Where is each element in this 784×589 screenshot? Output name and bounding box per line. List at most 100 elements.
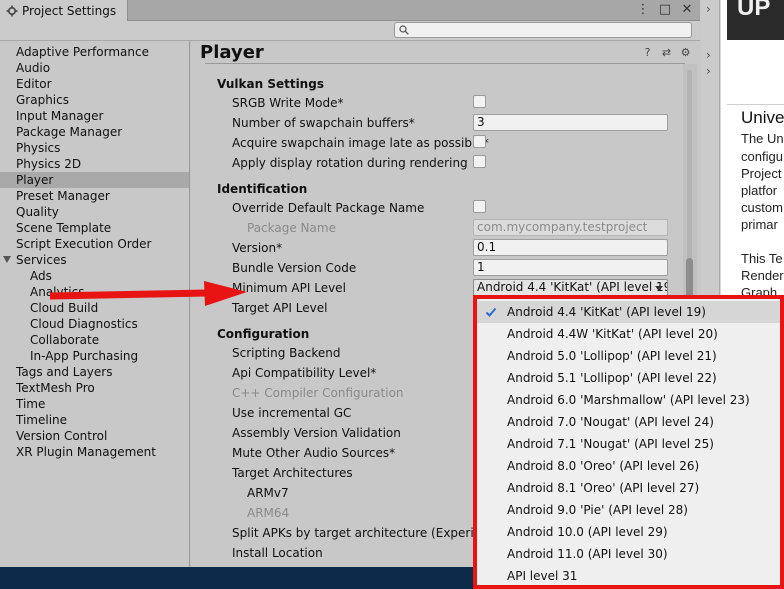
checkbox-srgb-write-mode[interactable] (473, 95, 486, 108)
search-icon (399, 25, 409, 35)
label-assembly-validation: Assembly Version Validation (232, 426, 401, 440)
section-header-configuration: Configuration (217, 327, 310, 341)
api-option[interactable]: Android 11.0 (API level 30) (477, 543, 780, 565)
api-option[interactable]: Android 10.0 (API level 29) (477, 521, 780, 543)
doc-line: custom (741, 200, 783, 215)
swapchain-buffers-field[interactable]: 3 (473, 114, 668, 131)
api-option[interactable]: Android 8.1 'Oreo' (API level 27) (477, 477, 780, 499)
sidebar-item-xr-plugin-management[interactable]: XR Plugin Management (0, 444, 189, 460)
sidebar-item-scene-template[interactable]: Scene Template (0, 220, 189, 236)
version-field[interactable]: 0.1 (473, 239, 668, 256)
sidebar-item-cloud-diagnostics[interactable]: Cloud Diagnostics (0, 316, 189, 332)
label-target-api-level: Target API Level (232, 301, 328, 315)
sidebar-item-player[interactable]: Player (0, 172, 189, 188)
api-option[interactable]: Android 4.4 'KitKat' (API level 19) (477, 301, 780, 323)
page-title: Player (200, 42, 264, 63)
sidebar-item-physics[interactable]: Physics (0, 140, 189, 156)
label-split-apks: Split APKs by target architecture (Exper… (232, 526, 493, 540)
section-header-vulkan: Vulkan Settings (217, 77, 324, 91)
banner-text: UP (737, 0, 771, 21)
api-option[interactable]: Android 4.4W 'KitKat' (API level 20) (477, 323, 780, 345)
api-option[interactable]: Android 6.0 'Marshmallow' (API level 23) (477, 389, 780, 411)
sidebar-item-textmesh-pro[interactable]: TextMesh Pro (0, 380, 189, 396)
label-mute-audio: Mute Other Audio Sources* (232, 446, 396, 460)
search-row (0, 21, 700, 41)
checkbox-apply-rotation[interactable] (473, 155, 486, 168)
chevron-right-icon[interactable]: › (706, 2, 711, 16)
sidebar-item-timeline[interactable]: Timeline (0, 412, 189, 428)
label-scripting-backend: Scripting Backend (232, 346, 341, 360)
sidebar-item-cloud-build[interactable]: Cloud Build (0, 300, 189, 316)
api-option[interactable]: Android 9.0 'Pie' (API level 28) (477, 499, 780, 521)
sidebar-item-physics-2d[interactable]: Physics 2D (0, 156, 189, 172)
label-swapchain-buffers: Number of swapchain buffers* (232, 116, 415, 130)
sidebar-item-services[interactable]: Services (0, 252, 189, 268)
help-icon[interactable]: ? (641, 46, 654, 59)
label-package-name: Package Name (247, 221, 336, 235)
sidebar-item-script-execution-order[interactable]: Script Execution Order (0, 236, 189, 252)
label-cpp-compiler-config: C++ Compiler Configuration (232, 386, 404, 400)
close-icon[interactable]: ✕ (680, 2, 694, 18)
checkbox-acquire-late[interactable] (473, 135, 486, 148)
api-level-popup: Android 4.4 'KitKat' (API level 19) Andr… (473, 295, 784, 589)
chevron-right-icon[interactable]: › (706, 48, 711, 62)
doc-line: primar (741, 217, 778, 232)
sidebar-item-editor[interactable]: Editor (0, 76, 189, 92)
gear-icon (6, 5, 18, 16)
sidebar-item-in-app-purchasing[interactable]: In-App Purchasing (0, 348, 189, 364)
section-header-identification: Identification (217, 182, 308, 196)
tab-project-settings[interactable]: Project Settings (0, 0, 128, 21)
sidebar-item-analytics[interactable]: Analytics (0, 284, 189, 300)
doc-line: Project (741, 166, 782, 181)
sidebar-item-adaptive-performance[interactable]: Adaptive Performance (0, 44, 189, 60)
sidebar-item-package-manager[interactable]: Package Manager (0, 124, 189, 140)
maximize-icon[interactable]: □ (658, 2, 672, 18)
checkbox-override-package[interactable] (473, 200, 486, 213)
sidebar-item-audio[interactable]: Audio (0, 60, 189, 76)
api-option[interactable]: Android 7.1 'Nougat' (API level 25) (477, 433, 780, 455)
api-option-label: Android 4.4 'KitKat' (API level 19) (507, 305, 706, 319)
label-bundle-version-code: Bundle Version Code (232, 261, 357, 275)
doc-line: This Te (741, 251, 783, 266)
sidebar-item-label: Services (16, 253, 67, 267)
api-option[interactable]: API level 31 (477, 565, 780, 587)
sidebar-item-version-control[interactable]: Version Control (0, 428, 189, 444)
preset-sliders-icon[interactable]: ⇄ (660, 46, 673, 59)
dropdown-arrow-icon (655, 286, 663, 291)
doc-title: Unive (741, 108, 784, 127)
sidebar-item-input-manager[interactable]: Input Manager (0, 108, 189, 124)
api-option[interactable]: Android 8.0 'Oreo' (API level 26) (477, 455, 780, 477)
package-name-field: com.mycompany.testproject (473, 219, 668, 236)
label-override-package: Override Default Package Name (232, 201, 425, 215)
api-option[interactable]: Android 7.0 'Nougat' (API level 24) (477, 411, 780, 433)
label-incremental-gc: Use incremental GC (232, 406, 352, 420)
label-version: Version* (232, 241, 283, 255)
checkmark-icon (485, 307, 497, 317)
label-minimum-api-level: Minimum API Level (232, 281, 346, 295)
label-install-location: Install Location (232, 546, 323, 560)
chevron-right-icon[interactable]: › (706, 64, 711, 78)
label-arm64: ARM64 (247, 506, 290, 520)
settings-sidebar: Adaptive Performance Audio Editor Graphi… (0, 41, 190, 567)
label-armv7: ARMv7 (247, 486, 289, 500)
sidebar-item-collaborate[interactable]: Collaborate (0, 332, 189, 348)
more-options-icon[interactable]: ⋮ (636, 2, 650, 18)
doc-line: Render (741, 268, 784, 283)
doc-line: configu (741, 149, 783, 164)
label-api-compatibility: Api Compatibility Level* (232, 366, 377, 380)
sidebar-item-preset-manager[interactable]: Preset Manager (0, 188, 189, 204)
sidebar-item-tags-and-layers[interactable]: Tags and Layers (0, 364, 189, 380)
sidebar-item-ads[interactable]: Ads (0, 268, 189, 284)
minimum-api-level-dropdown[interactable]: Android 4.4 'KitKat' (API level 19) (473, 279, 668, 296)
sidebar-item-time[interactable]: Time (0, 396, 189, 412)
api-option[interactable]: Android 5.0 'Lollipop' (API level 21) (477, 345, 780, 367)
settings-gear-icon[interactable]: ⚙ (679, 46, 692, 59)
label-srgb-write-mode: SRGB Write Mode* (232, 96, 344, 110)
sidebar-item-quality[interactable]: Quality (0, 204, 189, 220)
banner-image: UP (727, 0, 784, 40)
fold-arrow-icon[interactable] (3, 256, 11, 263)
bundle-version-code-field[interactable]: 1 (473, 259, 668, 276)
sidebar-item-graphics[interactable]: Graphics (0, 92, 189, 108)
search-input[interactable] (394, 22, 692, 38)
api-option[interactable]: Android 5.1 'Lollipop' (API level 22) (477, 367, 780, 389)
